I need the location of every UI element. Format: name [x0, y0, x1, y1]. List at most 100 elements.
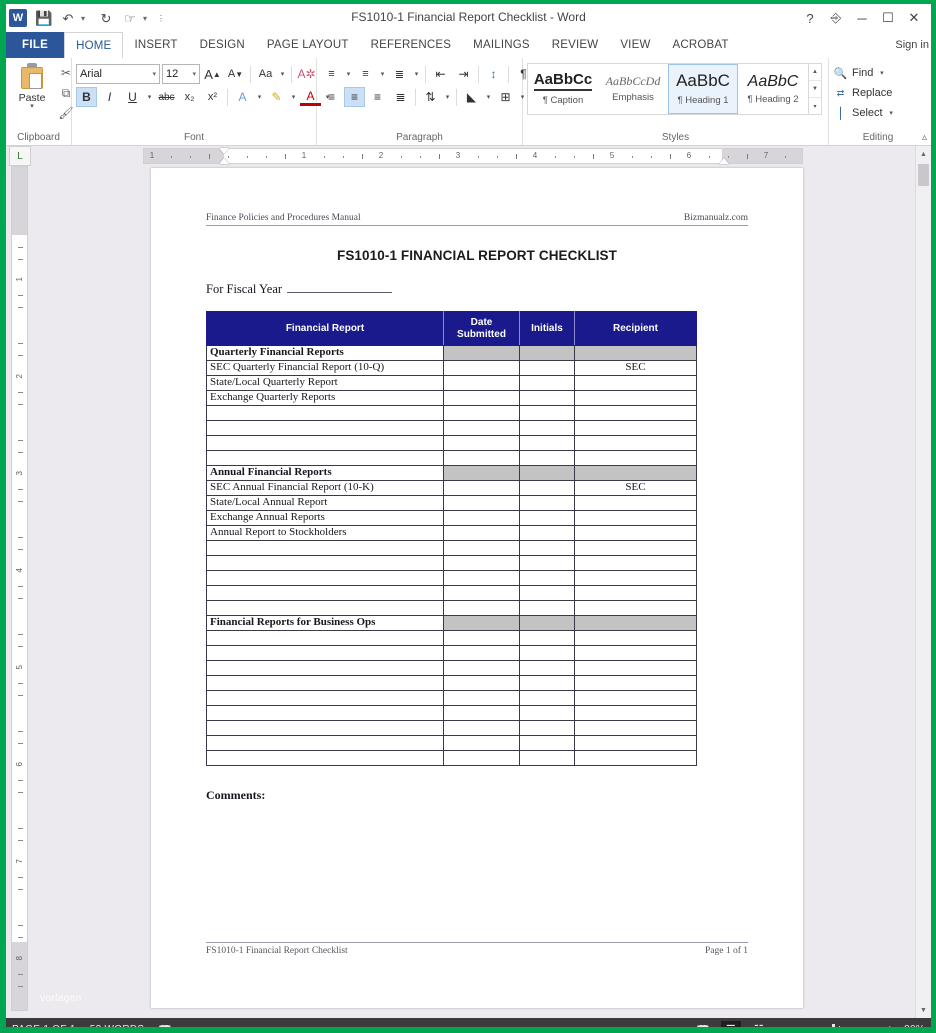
print-layout-button[interactable]: ☰: [721, 1021, 741, 1027]
table-cell[interactable]: [443, 630, 520, 646]
table-cell[interactable]: [519, 375, 575, 391]
table-item-cell[interactable]: [206, 420, 444, 436]
table-row[interactable]: [206, 660, 697, 676]
tab-file[interactable]: FILE: [6, 32, 65, 58]
table-item-cell[interactable]: [206, 750, 444, 766]
table-row[interactable]: Quarterly Financial Reports: [206, 345, 697, 361]
styles-scroll-up-icon[interactable]: ▲: [809, 64, 821, 81]
table-item-cell[interactable]: [206, 675, 444, 691]
table-cell[interactable]: [519, 495, 575, 511]
restore-button[interactable]: ☐: [875, 6, 901, 30]
table-row[interactable]: State/Local Quarterly Report: [206, 375, 697, 391]
table-cell[interactable]: [443, 480, 520, 496]
table-cell[interactable]: [519, 735, 575, 751]
tab-stop-selector-icon[interactable]: L: [9, 146, 31, 166]
table-item-cell[interactable]: [206, 690, 444, 706]
proofing-errors-icon[interactable]: 📖: [158, 1023, 172, 1027]
table-cell[interactable]: [443, 405, 520, 421]
zoom-out-button[interactable]: −: [777, 1024, 783, 1027]
table-item-cell[interactable]: [206, 705, 444, 721]
tab-mailings[interactable]: MAILINGS: [462, 32, 541, 58]
read-mode-button[interactable]: 📖: [693, 1021, 713, 1027]
italic-icon[interactable]: I: [99, 87, 120, 107]
table-cell[interactable]: [443, 525, 520, 541]
fiscal-year-blank-field[interactable]: [287, 282, 393, 293]
sign-in-link[interactable]: Sign in: [895, 32, 931, 58]
tab-view[interactable]: VIEW: [609, 32, 661, 58]
table-cell[interactable]: [519, 345, 575, 361]
table-cell[interactable]: [519, 510, 575, 526]
find-button[interactable]: 🔍 Find ▾: [833, 64, 896, 82]
table-row[interactable]: [206, 540, 697, 556]
table-cell[interactable]: [443, 435, 520, 451]
increase-indent-icon[interactable]: ⇥: [453, 64, 474, 84]
web-layout-button[interactable]: ☷: [749, 1021, 769, 1027]
table-cell[interactable]: [574, 570, 697, 586]
table-cell[interactable]: [519, 660, 575, 676]
first-line-indent-marker[interactable]: [219, 148, 229, 154]
document-page[interactable]: Finance Policies and Procedures Manual B…: [151, 168, 803, 1008]
table-item-cell[interactable]: [206, 660, 444, 676]
table-cell[interactable]: [443, 375, 520, 391]
sort-icon[interactable]: ↕: [483, 64, 504, 84]
table-cell[interactable]: [443, 540, 520, 556]
table-item-cell[interactable]: State/Local Quarterly Report: [206, 375, 444, 391]
multilevel-list-icon[interactable]: ≣: [389, 64, 410, 84]
tab-page-layout[interactable]: PAGE LAYOUT: [256, 32, 360, 58]
hanging-indent-marker[interactable]: [219, 158, 229, 164]
table-item-cell[interactable]: [206, 720, 444, 736]
font-name-chevron-down-icon[interactable]: ▾: [148, 70, 156, 78]
table-cell[interactable]: [443, 510, 520, 526]
table-row[interactable]: [206, 600, 697, 616]
table-cell[interactable]: [443, 615, 520, 631]
table-item-cell[interactable]: Exchange Quarterly Reports: [206, 390, 444, 406]
table-item-cell[interactable]: [206, 570, 444, 586]
table-cell[interactable]: [443, 570, 520, 586]
table-cell[interactable]: [519, 615, 575, 631]
table-cell[interactable]: [519, 720, 575, 736]
decrease-indent-icon[interactable]: ⇤: [430, 64, 451, 84]
font-size-chevron-down-icon[interactable]: ▾: [188, 70, 196, 78]
table-item-cell[interactable]: Exchange Annual Reports: [206, 510, 444, 526]
table-cell[interactable]: [574, 435, 697, 451]
table-section-cell[interactable]: Financial Reports for Business Ops: [206, 615, 444, 631]
table-cell[interactable]: [574, 390, 697, 406]
table-cell[interactable]: [443, 720, 520, 736]
tab-insert[interactable]: INSERT: [123, 32, 188, 58]
table-item-cell[interactable]: State/Local Annual Report: [206, 495, 444, 511]
table-cell[interactable]: [443, 735, 520, 751]
superscript-icon[interactable]: x²: [202, 87, 223, 107]
table-item-cell[interactable]: [206, 585, 444, 601]
table-cell[interactable]: [574, 630, 697, 646]
table-cell[interactable]: [519, 540, 575, 556]
table-item-cell[interactable]: Annual Report to Stockholders: [206, 525, 444, 541]
horizontal-ruler[interactable]: 1 1 2 3 4 5 6 7: [143, 148, 803, 164]
table-cell[interactable]: SEC: [574, 480, 697, 496]
table-row[interactable]: [206, 690, 697, 706]
select-button[interactable]: ⎪ Select ▾: [833, 104, 896, 122]
table-cell[interactable]: [574, 540, 697, 556]
change-case-chevron-down-icon[interactable]: ▾: [278, 70, 287, 78]
table-cell[interactable]: [519, 420, 575, 436]
align-center-icon[interactable]: ≡: [344, 87, 365, 107]
table-cell[interactable]: [443, 600, 520, 616]
replace-button[interactable]: ⇄ Replace: [833, 84, 896, 102]
table-cell[interactable]: [443, 750, 520, 766]
table-cell[interactable]: [574, 585, 697, 601]
table-cell[interactable]: [574, 645, 697, 661]
line-spacing-icon[interactable]: ⇅: [420, 87, 441, 107]
word-count-indicator[interactable]: 53 WORDS: [90, 1024, 145, 1027]
bullets-chevron-down-icon[interactable]: ▾: [344, 70, 353, 78]
touch-dropdown-icon[interactable]: ▾: [143, 14, 155, 23]
paste-button[interactable]: Paste ▾: [10, 61, 54, 110]
table-row[interactable]: [206, 450, 697, 466]
table-item-cell[interactable]: [206, 645, 444, 661]
table-cell[interactable]: [519, 450, 575, 466]
table-cell[interactable]: [519, 525, 575, 541]
table-item-cell[interactable]: [206, 555, 444, 571]
table-cell[interactable]: [519, 705, 575, 721]
table-cell[interactable]: [443, 420, 520, 436]
table-row[interactable]: Exchange Annual Reports: [206, 510, 697, 526]
table-item-cell[interactable]: [206, 450, 444, 466]
table-item-cell[interactable]: SEC Annual Financial Report (10-K): [206, 480, 444, 496]
